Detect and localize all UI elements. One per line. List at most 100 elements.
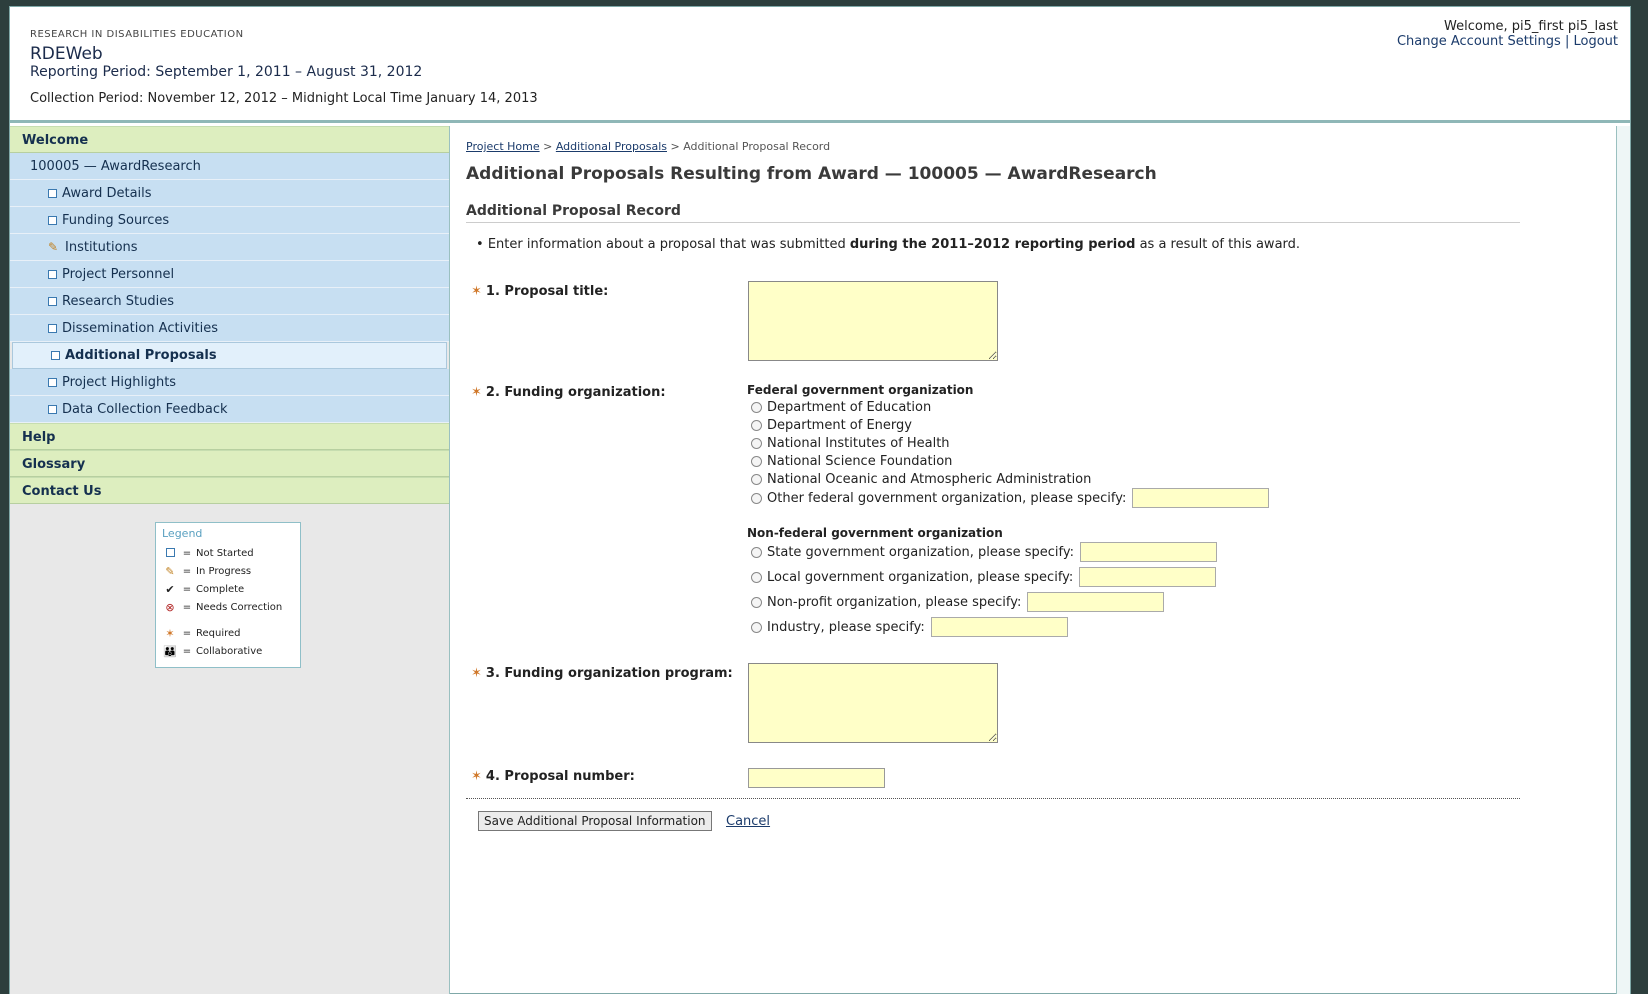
nav-project-personnel[interactable]: Project Personnel — [10, 261, 449, 288]
breadcrumb-sep: > — [670, 140, 680, 153]
nav-welcome[interactable]: Welcome — [10, 126, 449, 153]
legend-label: Needs Correction — [196, 601, 283, 613]
industry-specify-input[interactable] — [930, 617, 1068, 637]
radio-dept-energy[interactable]: Department of Energy — [751, 418, 912, 433]
not-started-icon — [48, 188, 57, 198]
nav-dissemination-activities[interactable]: Dissemination Activities — [10, 315, 449, 342]
breadcrumb: Project Home > Additional Proposals > Ad… — [466, 140, 830, 153]
required-star-icon: ✶ — [165, 626, 175, 640]
nav-item-label: Award Details — [62, 185, 152, 201]
section-title: Additional Proposal Record — [466, 203, 1520, 223]
nav-item-label: Dissemination Activities — [62, 320, 218, 336]
federal-heading: Federal government organization — [747, 383, 974, 397]
nav-award-details[interactable]: Award Details — [10, 180, 449, 207]
question-2-label: ✶ 2. Funding organization: — [471, 385, 666, 400]
nav-project-highlights[interactable]: Project Highlights — [10, 369, 449, 396]
radio-label: National Institutes of Health — [767, 436, 950, 451]
header: RESEARCH IN DISABILITIES EDUCATION RDEWe… — [10, 7, 1630, 123]
legend: Legend = Not Started ✎ = In Progress ✔ = Comp… — [155, 522, 301, 668]
intro-bold: during the 2011–2012 reporting period — [849, 237, 1136, 252]
funding-program-input[interactable] — [748, 663, 998, 743]
legend-title: Legend — [162, 527, 203, 540]
nav-data-collection-feedback[interactable]: Data Collection Feedback — [10, 396, 449, 423]
nav-item-label: Data Collection Feedback — [62, 401, 228, 417]
radio-industry[interactable]: Industry, please specify: — [751, 617, 1068, 637]
radio-button[interactable] — [751, 621, 762, 633]
required-star-icon: ✶ — [471, 385, 482, 400]
not-started-icon — [48, 323, 57, 333]
nav-item-label: Research Studies — [62, 293, 174, 309]
breadcrumb-project-home[interactable]: Project Home — [466, 140, 540, 153]
collection-period: Collection Period: November 12, 2012 – M… — [30, 91, 538, 106]
legend-label: Not Started — [196, 547, 254, 559]
nav-research-studies[interactable]: Research Studies — [10, 288, 449, 315]
nonfederal-heading: Non-federal government organization — [747, 526, 1003, 540]
nav-funding-sources[interactable]: Funding Sources — [10, 207, 449, 234]
link-separator: | — [1564, 34, 1570, 49]
nav-contact-us[interactable]: Contact Us — [10, 477, 449, 504]
radio-nih[interactable]: National Institutes of Health — [751, 436, 950, 451]
nav-help[interactable]: Help — [10, 423, 449, 450]
nav-item-label: Funding Sources — [62, 212, 170, 228]
radio-noaa[interactable]: National Oceanic and Atmospheric Adminis… — [751, 472, 1091, 487]
nav-glossary[interactable]: Glossary — [10, 450, 449, 477]
radio-nonprofit[interactable]: Non-profit organization, please specify: — [751, 592, 1165, 612]
intro-post: as a result of this award. — [1135, 237, 1301, 252]
radio-label: Non-profit organization, please specify: — [767, 594, 1022, 610]
question-text: 1. Proposal title: — [485, 284, 609, 299]
proposal-number-input[interactable] — [748, 768, 885, 788]
not-started-icon — [51, 351, 60, 360]
state-specify-input[interactable] — [1080, 542, 1218, 562]
radio-label: Local government organization, please sp… — [767, 569, 1074, 585]
radio-button[interactable] — [751, 438, 762, 449]
breadcrumb-sep: > — [543, 140, 553, 153]
legend-eq: = — [182, 627, 192, 639]
proposal-title-input[interactable] — [748, 281, 998, 361]
legend-label: Required — [196, 627, 241, 639]
reporting-period: Reporting Period: September 1, 2011 – Au… — [30, 64, 423, 80]
radio-button[interactable] — [751, 546, 762, 558]
not-started-icon — [162, 547, 178, 560]
nav-award[interactable]: 100005 — AwardResearch — [10, 153, 449, 180]
page: RESEARCH IN DISABILITIES EDUCATION RDEWe… — [9, 6, 1631, 994]
sidebar: Welcome 100005 — AwardResearch Award Det… — [10, 126, 450, 994]
legend-eq: = — [182, 547, 192, 559]
nav-additional-proposals[interactable]: Additional Proposals — [12, 342, 447, 369]
logout-link[interactable]: Logout — [1573, 34, 1618, 49]
radio-dept-education[interactable]: Department of Education — [751, 400, 931, 415]
radio-button[interactable] — [751, 571, 762, 583]
nav-item-label: Additional Proposals — [65, 348, 217, 363]
legend-row: ⊗ = Needs Correction — [162, 598, 294, 616]
radio-button[interactable] — [751, 420, 762, 431]
legend-row: ✎ = In Progress — [162, 562, 294, 580]
nav-item-label: Project Highlights — [62, 374, 177, 390]
change-account-settings-link[interactable]: Change Account Settings — [1397, 34, 1561, 49]
local-specify-input[interactable] — [1079, 567, 1217, 587]
radio-other-federal[interactable]: Other federal government organization, p… — [751, 488, 1270, 508]
radio-button[interactable] — [751, 402, 762, 413]
nav-institutions[interactable]: ✎ Institutions — [10, 234, 449, 261]
radio-nsf[interactable]: National Science Foundation — [751, 454, 952, 469]
radio-local[interactable]: Local government organization, please sp… — [751, 567, 1217, 587]
radio-button[interactable] — [751, 492, 762, 504]
scrollbar[interactable] — [1616, 126, 1630, 994]
not-started-icon — [48, 296, 57, 306]
legend-label: In Progress — [196, 565, 252, 577]
required-star-icon: ✶ — [471, 769, 482, 784]
legend-row: 👪 = Collaborative — [162, 642, 294, 660]
radio-button[interactable] — [751, 474, 762, 485]
cancel-link[interactable]: Cancel — [726, 814, 770, 829]
not-started-icon — [48, 215, 57, 225]
other-federal-specify-input[interactable] — [1132, 488, 1270, 508]
radio-button[interactable] — [751, 596, 762, 608]
question-3-label: ✶ 3. Funding organization program: — [471, 666, 733, 681]
question-1-label: ✶ 1. Proposal title: — [471, 284, 608, 299]
radio-label: National Science Foundation — [767, 454, 953, 469]
radio-button[interactable] — [751, 456, 762, 467]
breadcrumb-additional-proposals[interactable]: Additional Proposals — [556, 140, 667, 153]
legend-label: Collaborative — [196, 645, 263, 657]
legend-row: ✶ = Required — [162, 624, 294, 642]
save-proposal-button[interactable]: Save Additional Proposal Information — [478, 811, 712, 831]
radio-state[interactable]: State government organization, please sp… — [751, 542, 1218, 562]
nonprofit-specify-input[interactable] — [1027, 592, 1165, 612]
